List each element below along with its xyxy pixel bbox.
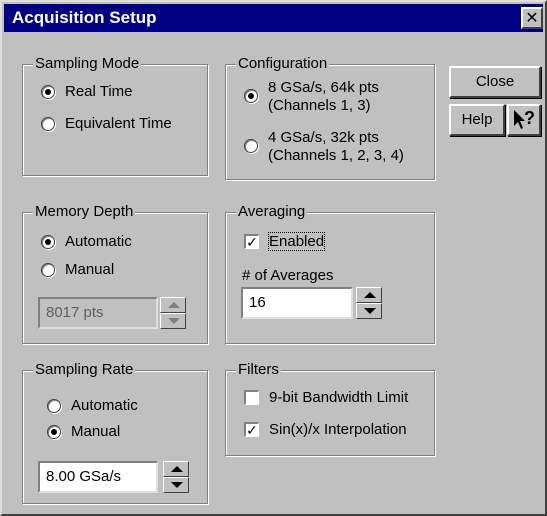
sampling-rate-manual-radio[interactable]: Manual [47, 423, 120, 440]
sampling-mode-legend: Sampling Mode [33, 55, 142, 73]
configuration-legend: Configuration [236, 55, 330, 73]
spin-down-icon[interactable] [356, 303, 382, 319]
averaging-legend: Averaging [236, 203, 308, 221]
radio-unselected-icon [41, 263, 55, 277]
filters-legend: Filters [236, 361, 281, 379]
sampling-rate-field[interactable]: 8.00 GSa/s [38, 461, 158, 493]
radio-label: Automatic [65, 233, 132, 250]
sinx-interpolation-checkbox[interactable]: ✓ Sin(x)/x Interpolation [244, 421, 407, 438]
radio-label: Manual [71, 423, 121, 440]
checkbox-unchecked-icon [244, 390, 259, 405]
close-button[interactable]: Close [449, 66, 541, 98]
radio-selected-icon [244, 89, 258, 103]
radio-selected-icon [41, 85, 55, 99]
bandwidth-limit-checkbox[interactable]: 9-bit Bandwidth Limit [244, 389, 408, 406]
config-option-line1: 8 GSa/s, 64k pts [268, 79, 379, 96]
memory-depth-group: Memory Depth Automatic Manual 8017 pts [22, 203, 208, 344]
averaging-enabled-checkbox[interactable]: ✓ Enabled [244, 232, 326, 251]
radio-label: Automatic [71, 397, 138, 414]
configuration-group: Configuration 8 GSa/s, 64k pts (Channels… [225, 55, 435, 180]
averages-count-field[interactable]: 16 [241, 287, 353, 319]
averaging-group: Averaging ✓ Enabled # of Averages 16 [225, 203, 435, 344]
configuration-8gsa-radio[interactable]: 8 GSa/s, 64k pts (Channels 1, 3) [244, 79, 379, 115]
config-option-line2: (Channels 1, 2, 3, 4) [268, 147, 404, 164]
radio-unselected-icon [41, 117, 55, 131]
spin-up-icon[interactable] [160, 297, 186, 313]
sampling-rate-group: Sampling Rate Automatic Manual 8.00 GSa/… [22, 361, 208, 504]
sampling-rate-legend: Sampling Rate [33, 361, 136, 379]
filters-group: Filters 9-bit Bandwidth Limit ✓ Sin(x)/x… [225, 361, 435, 456]
config-option-line2: (Channels 1, 3) [268, 97, 371, 114]
radio-label: 8 GSa/s, 64k pts (Channels 1, 3) [268, 79, 379, 115]
help-button[interactable]: Help [449, 104, 505, 136]
sampling-mode-real-time-radio[interactable]: Real Time [41, 83, 133, 100]
configuration-4gsa-radio[interactable]: 4 GSa/s, 32k pts (Channels 1, 2, 3, 4) [244, 129, 404, 165]
memory-depth-field[interactable]: 8017 pts [38, 297, 158, 329]
memory-depth-automatic-radio[interactable]: Automatic [41, 233, 132, 250]
sampling-mode-equivalent-time-radio[interactable]: Equivalent Time [41, 115, 172, 132]
window-title: Acquisition Setup [12, 8, 157, 27]
radio-label: Equivalent Time [65, 115, 172, 132]
spin-down-icon[interactable] [163, 477, 189, 493]
close-icon[interactable]: ✕ [521, 7, 543, 29]
checkbox-label: Enabled [267, 232, 326, 251]
acquisition-setup-dialog: Acquisition Setup ✕ Sampling Mode Real T… [0, 0, 547, 516]
radio-label: Manual [65, 261, 115, 278]
sampling-mode-group: Sampling Mode Real Time Equivalent Time [22, 55, 208, 176]
averages-count-label: # of Averages [242, 267, 334, 284]
memory-depth-stepper[interactable] [160, 297, 186, 329]
spin-up-icon[interactable] [163, 461, 189, 477]
checkbox-checked-icon: ✓ [244, 234, 259, 249]
checkbox-label: 9-bit Bandwidth Limit [269, 389, 409, 406]
radio-label: Real Time [65, 83, 133, 100]
spin-up-icon[interactable] [356, 287, 382, 303]
radio-label: 4 GSa/s, 32k pts (Channels 1, 2, 3, 4) [268, 129, 404, 165]
memory-depth-legend: Memory Depth [33, 203, 136, 221]
config-option-line1: 4 GSa/s, 32k pts [268, 129, 379, 146]
checkbox-checked-icon: ✓ [244, 422, 259, 437]
radio-unselected-icon [244, 139, 258, 153]
spin-down-icon[interactable] [160, 313, 186, 329]
title-bar: Acquisition Setup ✕ [4, 4, 543, 32]
averages-count-stepper[interactable] [356, 287, 382, 319]
memory-depth-manual-radio[interactable]: Manual [41, 261, 114, 278]
question-mark-icon: ? [524, 108, 535, 128]
whats-this-help-button[interactable]: ? [507, 104, 541, 136]
radio-selected-icon [47, 425, 61, 439]
sampling-rate-automatic-radio[interactable]: Automatic [47, 397, 138, 414]
radio-unselected-icon [47, 399, 61, 413]
radio-selected-icon [41, 235, 55, 249]
sampling-rate-stepper[interactable] [163, 461, 189, 493]
checkbox-label: Sin(x)/x Interpolation [269, 421, 407, 438]
